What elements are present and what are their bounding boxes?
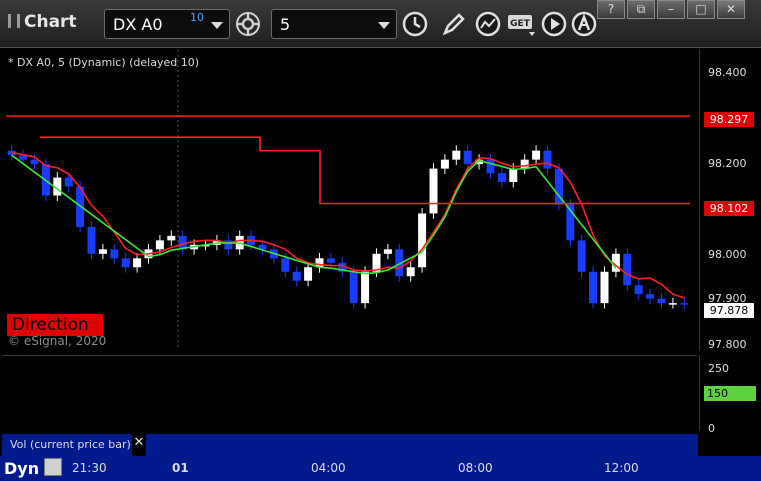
candle-body — [361, 271, 370, 304]
candle-body — [623, 253, 632, 286]
chart-pane-label: * DX A0, 5 (Dynamic) (delayed 10) — [8, 56, 199, 69]
volume-tick-label: 250 — [708, 362, 729, 375]
time-tick-label: 12:00 — [604, 461, 639, 475]
candle-body — [589, 271, 598, 304]
candle-body — [30, 159, 39, 165]
candle-body — [429, 168, 438, 214]
support-line — [40, 136, 690, 205]
candle-body — [304, 267, 313, 281]
time-tick-label: 01 — [172, 461, 189, 475]
last-price-tag: 97.878 — [704, 303, 754, 318]
candle-body — [463, 150, 472, 165]
candle-body — [349, 271, 358, 304]
candle-body — [292, 271, 301, 281]
y-tick-label: 98.400 — [708, 66, 747, 79]
copyright-text: © eSignal, 2020 — [8, 334, 107, 348]
candle-body — [543, 150, 552, 169]
volume-pane[interactable] — [2, 355, 697, 432]
candle-body — [532, 150, 541, 160]
lock-icon[interactable] — [44, 458, 62, 476]
candle-body — [680, 303, 689, 305]
candle-body — [668, 303, 677, 305]
candle-body — [657, 298, 666, 304]
candle-body — [418, 213, 427, 268]
candle-body — [634, 285, 643, 295]
resistance-price-tag: 98.297 — [704, 112, 754, 127]
close-study-icon[interactable]: ✕ — [132, 434, 146, 456]
y-tick-label: 98.200 — [708, 157, 747, 170]
direction-label: Direction — [7, 314, 103, 336]
candle-body — [98, 249, 107, 254]
candle-body — [167, 235, 176, 241]
moving-average-green — [11, 154, 617, 275]
y-tick-label: 97.800 — [708, 338, 747, 351]
candle-body — [281, 258, 290, 272]
support-price-tag: 98.102 — [704, 201, 754, 216]
candle-body — [133, 258, 142, 268]
candle-body — [600, 271, 609, 304]
candle-body — [646, 294, 655, 299]
candle-body — [406, 267, 415, 277]
y-tick-label: 98.000 — [708, 248, 747, 261]
candle-body — [64, 177, 73, 187]
study-strip — [146, 434, 698, 456]
candle-body — [509, 168, 518, 183]
candle-body — [383, 249, 392, 254]
candle-body — [87, 226, 96, 254]
candle-body — [110, 249, 119, 259]
candle-body — [326, 258, 335, 263]
candle-body — [452, 150, 461, 160]
candle-body — [440, 159, 449, 169]
candle-body — [577, 240, 586, 272]
candle-body — [520, 159, 529, 169]
volume-level-tag: 150 — [704, 386, 756, 401]
moving-average-red — [11, 151, 685, 299]
time-axis[interactable] — [0, 456, 761, 481]
time-tick-label: 08:00 — [458, 461, 493, 475]
dynamic-mode-label[interactable]: Dyn — [4, 459, 39, 478]
volume-tick-label: 0 — [708, 422, 715, 435]
candle-body — [497, 173, 506, 183]
candle-body — [486, 159, 495, 174]
time-tick-label: 04:00 — [311, 461, 346, 475]
time-tick-label: 21:30 — [72, 461, 107, 475]
candle-body — [155, 240, 164, 250]
candle-body — [121, 258, 130, 268]
volume-study-name: Vol (current price bar) — [2, 434, 132, 456]
